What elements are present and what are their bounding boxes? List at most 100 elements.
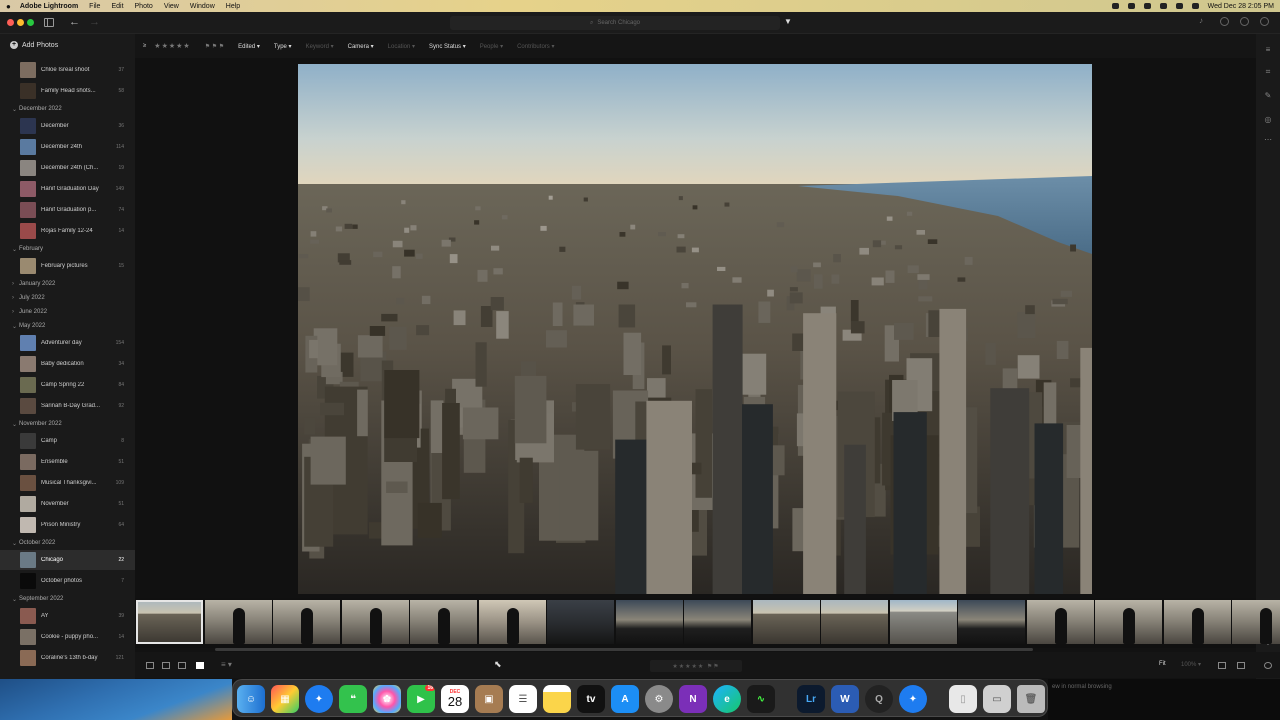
filmstrip-thumbnail[interactable] xyxy=(1095,600,1162,644)
search-field[interactable]: ⌕ Search Chicago xyxy=(450,16,780,30)
album-item[interactable]: Prison Ministry 64 xyxy=(0,515,135,535)
filter-people[interactable]: People ▾ xyxy=(480,43,503,50)
messages-icon[interactable]: ❝ xyxy=(339,685,367,713)
rating-filter-stars[interactable]: ★★★★★ xyxy=(154,42,190,50)
menu-photo[interactable]: Photo xyxy=(135,3,153,10)
zoom-level[interactable]: 100% ▾ xyxy=(1181,661,1201,668)
filmstrip-thumbnail[interactable] xyxy=(136,600,203,644)
control-center-icon[interactable] xyxy=(1191,3,1199,9)
cloud-sync-icon[interactable] xyxy=(1220,17,1229,26)
album-item[interactable]: Adventurer day 154 xyxy=(0,333,135,353)
status-cloud-icon[interactable] xyxy=(1127,3,1135,9)
help-icon[interactable] xyxy=(1240,17,1249,26)
folder-item[interactable]: › June 2022 xyxy=(0,306,135,318)
folder-item[interactable]: › July 2022 xyxy=(0,292,135,304)
spotlight-icon[interactable] xyxy=(1175,3,1183,9)
account-icon[interactable] xyxy=(1260,17,1269,26)
status-record-icon[interactable] xyxy=(1111,3,1119,9)
filter-keyword[interactable]: Keyword ▾ xyxy=(306,43,334,50)
window-minimize-button[interactable] xyxy=(17,19,24,26)
album-item[interactable]: Coraline's 13th b-day 121 xyxy=(0,648,135,668)
album-item[interactable]: Hanif Graduation Day 149 xyxy=(0,179,135,199)
window-close-button[interactable] xyxy=(7,19,14,26)
album-item[interactable]: October photos 7 xyxy=(0,571,135,591)
trash-icon[interactable]: 🗑 xyxy=(1017,685,1045,713)
filmstrip-thumbnail[interactable] xyxy=(547,600,614,644)
filmstrip-thumbnail[interactable] xyxy=(615,600,683,644)
filmstrip-thumbnail[interactable] xyxy=(752,600,820,644)
album-item[interactable]: Baby dedication 34 xyxy=(0,354,135,374)
sort-icon[interactable]: ≡ ▾ xyxy=(221,660,232,669)
filter-edited[interactable]: Edited ▾ xyxy=(238,43,260,50)
main-photo-chicago-skyline[interactable] xyxy=(298,64,1092,594)
apple-menu-icon[interactable]: ● xyxy=(6,2,11,11)
album-item[interactable]: Chicago 22 xyxy=(0,550,135,570)
filmstrip-thumbnail[interactable] xyxy=(1232,600,1280,644)
filmstrip-scrollbar[interactable] xyxy=(215,648,1033,651)
album-item[interactable]: Sarinah B-Day Grad... 92 xyxy=(0,396,135,416)
menubar-clock[interactable]: Wed Dec 28 2:05 PM xyxy=(1208,3,1274,10)
filmstrip-thumbnail[interactable] xyxy=(341,600,409,644)
wifi-icon[interactable] xyxy=(1159,3,1167,9)
album-item[interactable]: December 24th 114 xyxy=(0,137,135,157)
filmstrip-toggle-icon[interactable] xyxy=(1218,662,1226,669)
album-item[interactable]: November 51 xyxy=(0,494,135,514)
forward-arrow-icon[interactable]: → xyxy=(89,16,100,28)
album-item[interactable]: Ensemble 51 xyxy=(0,452,135,472)
folder-item[interactable]: ⌄ September 2022 xyxy=(0,593,135,605)
flag-filter-icons[interactable]: ⚑ ⚑ ⚑ xyxy=(205,43,224,50)
filmstrip-thumbnail[interactable] xyxy=(684,600,751,644)
detail-view-icon[interactable] xyxy=(178,662,186,669)
filter-camera[interactable]: Camera ▾ xyxy=(348,43,374,50)
album-item[interactable]: December 36 xyxy=(0,116,135,136)
finder-icon[interactable]: ☺ xyxy=(237,685,265,713)
facetime-icon[interactable]: ▶ 16 xyxy=(407,685,435,713)
folder-item[interactable]: › January 2022 xyxy=(0,278,135,290)
photo-grid-view-icon[interactable] xyxy=(162,662,170,669)
more-options-icon[interactable]: ⋯ xyxy=(1263,136,1273,144)
menu-file[interactable]: File xyxy=(89,3,100,10)
app-menu[interactable]: Adobe Lightroom xyxy=(20,3,78,10)
folder-item[interactable]: ⌄ May 2022 xyxy=(0,320,135,332)
compare-view-icon[interactable] xyxy=(1237,662,1245,669)
calendar-icon[interactable]: DEC 28 xyxy=(441,685,469,713)
status-battery-icon[interactable] xyxy=(1143,3,1151,9)
safari-icon[interactable]: ✦ xyxy=(305,685,333,713)
onenote-icon[interactable]: N xyxy=(679,685,707,713)
notes-icon[interactable] xyxy=(543,685,571,713)
safari-window-icon[interactable]: ✦ xyxy=(899,685,927,713)
apple-tv-icon[interactable]: tv xyxy=(577,685,605,713)
album-item[interactable]: Camp 8 xyxy=(0,431,135,451)
filmstrip-thumbnail[interactable] xyxy=(1026,600,1094,644)
zoom-fit-button[interactable]: Fit xyxy=(1159,661,1166,667)
album-item[interactable]: Rojas Family 12-24 14 xyxy=(0,221,135,241)
word-icon[interactable]: W xyxy=(831,685,859,713)
app-store-icon[interactable]: A xyxy=(611,685,639,713)
lightroom-icon[interactable]: Lr xyxy=(797,685,825,713)
album-item[interactable]: February pictures 15 xyxy=(0,256,135,276)
notifications-bell-icon[interactable]: ♪ xyxy=(1199,16,1208,25)
masking-icon[interactable]: ◎ xyxy=(1263,116,1273,124)
filmstrip-thumbnail[interactable] xyxy=(478,600,546,644)
folder-item[interactable]: ⌄ December 2022 xyxy=(0,103,135,115)
rating-operator[interactable]: ≥ xyxy=(143,43,146,49)
album-item[interactable]: AY 39 xyxy=(0,606,135,626)
contacts-icon[interactable]: ▣ xyxy=(475,685,503,713)
filter-type[interactable]: Type ▾ xyxy=(274,43,292,50)
system-settings-icon[interactable]: ⚙ xyxy=(645,685,673,713)
menu-view[interactable]: View xyxy=(164,3,179,10)
filmstrip-thumbnail[interactable] xyxy=(821,600,888,644)
filter-location[interactable]: Location ▾ xyxy=(388,43,415,50)
filmstrip-thumbnail[interactable] xyxy=(204,600,272,644)
info-panel-icon[interactable] xyxy=(1264,662,1272,669)
healing-brush-icon[interactable]: ✎ xyxy=(1263,92,1273,100)
activity-monitor-icon[interactable]: ∿ xyxy=(747,685,775,713)
filmstrip-thumbnail[interactable] xyxy=(889,600,957,644)
toggle-sidebar-icon[interactable] xyxy=(44,18,54,27)
add-photos-button[interactable]: + Add Photos xyxy=(10,41,58,49)
photos-icon[interactable]: ✿ xyxy=(373,685,401,713)
album-item[interactable]: Cookie - puppy pho... 14 xyxy=(0,627,135,647)
filmstrip-thumbnail[interactable] xyxy=(410,600,477,644)
album-item[interactable]: Camp Spring 22 84 xyxy=(0,375,135,395)
album-item[interactable]: Family Head shots... 58 xyxy=(0,81,135,101)
